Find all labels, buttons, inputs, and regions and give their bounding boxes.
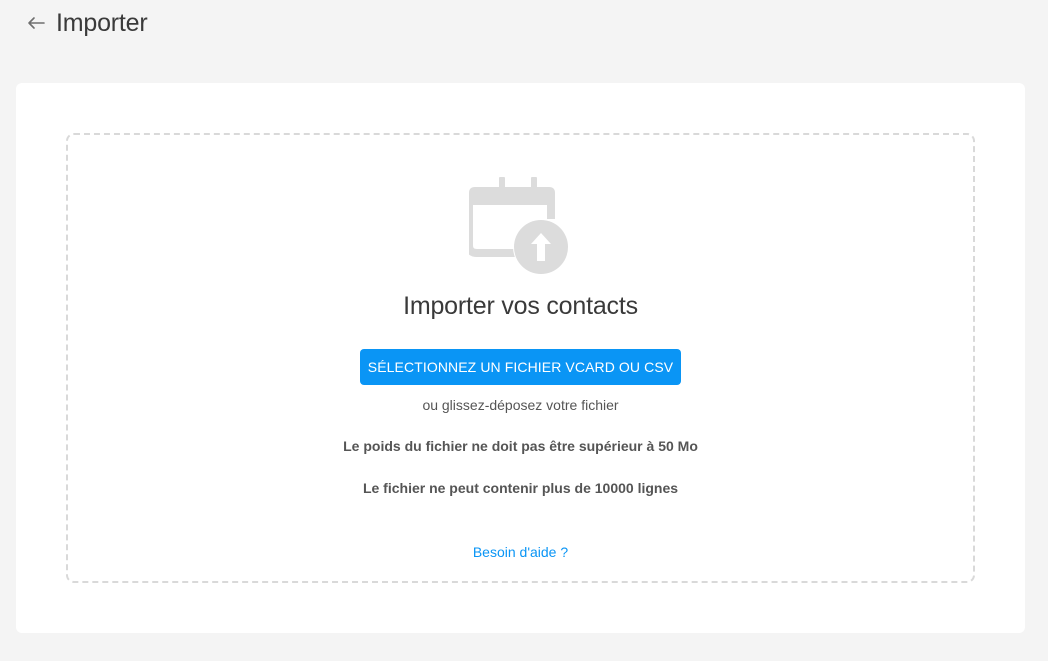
dropzone-title: Importer vos contacts	[403, 292, 638, 320]
drag-drop-hint: ou glissez-déposez votre fichier	[422, 397, 619, 413]
page-title: Importer	[56, 8, 148, 37]
page-header: Importer	[26, 8, 148, 38]
help-link[interactable]: Besoin d'aide ?	[473, 544, 568, 560]
import-card: Importer vos contacts SÉLECTIONNEZ UN FI…	[16, 83, 1025, 633]
select-file-button[interactable]: SÉLECTIONNEZ UN FICHIER VCARD OU CSV	[360, 349, 681, 385]
arrow-left-icon	[28, 17, 45, 29]
file-dropzone[interactable]: Importer vos contacts SÉLECTIONNEZ UN FI…	[66, 133, 975, 583]
file-size-rule: Le poids du fichier ne doit pas être sup…	[343, 438, 698, 454]
line-limit-rule: Le fichier ne peut contenir plus de 1000…	[362, 480, 679, 496]
back-button[interactable]	[26, 13, 46, 33]
help-link-row: Besoin d'aide ?	[68, 544, 973, 560]
calendar-upload-icon	[469, 177, 569, 275]
